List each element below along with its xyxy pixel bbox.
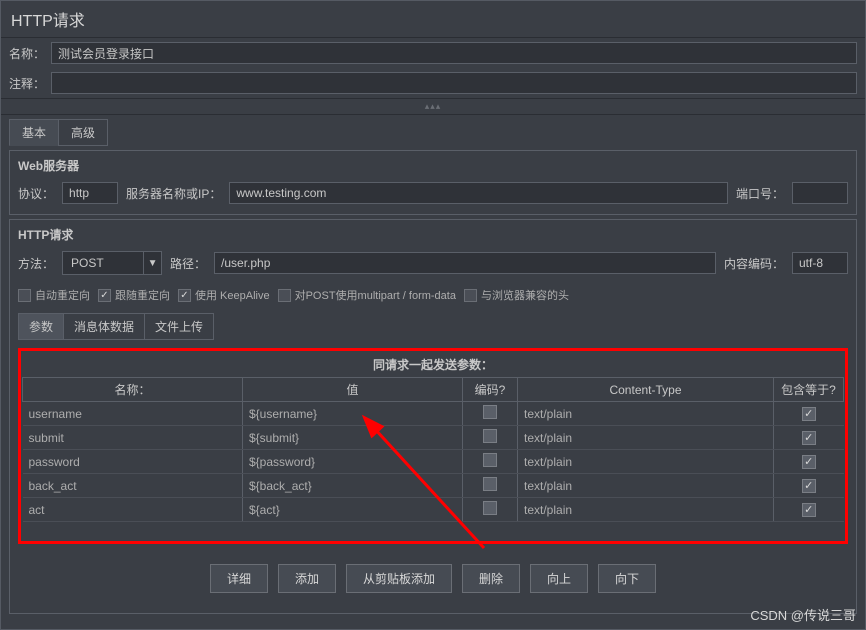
header-encode: 编码?: [463, 378, 518, 402]
header-include-equals: 包含等于?: [774, 378, 844, 402]
cell-content-type[interactable]: text/plain: [518, 474, 774, 498]
cell-name[interactable]: username: [23, 402, 243, 426]
cell-name[interactable]: back_act: [23, 474, 243, 498]
cell-content-type[interactable]: text/plain: [518, 426, 774, 450]
header-content-type: Content-Type: [518, 378, 774, 402]
checkbox-follow-redirect[interactable]: ✓跟随重定向: [98, 287, 170, 303]
cell-name[interactable]: act: [23, 498, 243, 522]
encoding-label: 内容编码：: [724, 255, 784, 272]
comment-input[interactable]: [51, 72, 857, 94]
name-label: 名称：: [9, 45, 45, 62]
delete-button[interactable]: 删除: [462, 564, 520, 593]
cell-encode[interactable]: [463, 498, 518, 522]
port-label: 端口号：: [736, 185, 784, 202]
table-row[interactable]: submit${submit} text/plain✓: [23, 426, 844, 450]
protocol-input[interactable]: [62, 182, 118, 204]
checkbox-auto-redirect[interactable]: 自动重定向: [18, 287, 90, 303]
params-title: 同请求一起发送参数：: [22, 352, 844, 377]
path-label: 路径：: [170, 255, 206, 272]
checkbox-keepalive[interactable]: ✓使用 KeepAlive: [178, 287, 270, 303]
method-select[interactable]: POST ▼: [62, 251, 162, 275]
tab-basic[interactable]: 基本: [9, 119, 59, 146]
checkbox-multipart[interactable]: 对POST使用multipart / form-data: [278, 287, 456, 303]
http-sampler-panel: HTTP请求 名称： 注释： ▴▴▴ 基本 高级 Web服务器 协议： 服务器名…: [0, 0, 866, 630]
encoding-input[interactable]: [792, 252, 848, 274]
cell-encode[interactable]: [463, 426, 518, 450]
cell-value[interactable]: ${submit}: [243, 426, 463, 450]
add-clipboard-button[interactable]: 从剪贴板添加: [346, 564, 452, 593]
method-label: 方法：: [18, 255, 54, 272]
divider-grip[interactable]: ▴▴▴: [1, 98, 865, 115]
server-input[interactable]: [229, 182, 728, 204]
table-row[interactable]: act${act} text/plain✓: [23, 498, 844, 522]
chevron-down-icon: ▼: [143, 252, 161, 274]
cell-encode[interactable]: [463, 450, 518, 474]
table-row[interactable]: username${username} text/plain✓: [23, 402, 844, 426]
sub-tabs: 参数 消息体数据 文件上传: [14, 313, 852, 340]
cell-include-equals[interactable]: ✓: [774, 474, 844, 498]
cell-include-equals[interactable]: ✓: [774, 498, 844, 522]
header-name: 名称：: [23, 378, 243, 402]
watermark: CSDN @传说三哥: [750, 605, 856, 624]
cell-value[interactable]: ${back_act}: [243, 474, 463, 498]
sub-tab-params[interactable]: 参数: [18, 313, 64, 340]
cell-content-type[interactable]: text/plain: [518, 450, 774, 474]
name-input[interactable]: [51, 42, 857, 64]
checkbox-browser-headers[interactable]: 与浏览器兼容的头: [464, 287, 569, 303]
up-button[interactable]: 向上: [530, 564, 588, 593]
cell-encode[interactable]: [463, 402, 518, 426]
params-header-row: 名称： 值 编码? Content-Type 包含等于?: [23, 378, 844, 402]
sub-tab-body[interactable]: 消息体数据: [63, 313, 145, 340]
cell-content-type[interactable]: text/plain: [518, 402, 774, 426]
cell-value[interactable]: ${password}: [243, 450, 463, 474]
http-request-title: HTTP请求: [14, 224, 852, 245]
add-button[interactable]: 添加: [278, 564, 336, 593]
cell-include-equals[interactable]: ✓: [774, 426, 844, 450]
path-input[interactable]: [214, 252, 716, 274]
cell-name[interactable]: password: [23, 450, 243, 474]
http-request-group: HTTP请求 方法： POST ▼ 路径： 内容编码： 自动重定向 ✓跟随重定向…: [9, 219, 857, 614]
comment-label: 注释：: [9, 75, 45, 92]
window-title: HTTP请求: [1, 1, 865, 38]
detail-button[interactable]: 详细: [210, 564, 268, 593]
tab-advanced[interactable]: 高级: [58, 119, 108, 146]
protocol-label: 协议：: [18, 185, 54, 202]
cell-include-equals[interactable]: ✓: [774, 450, 844, 474]
params-button-row: 详细 添加 从剪贴板添加 删除 向上 向下: [14, 552, 852, 605]
sub-tab-upload[interactable]: 文件上传: [144, 313, 214, 340]
params-highlight: 同请求一起发送参数： 名称： 值 编码? Content-Type 包含等于? …: [18, 348, 848, 544]
table-row[interactable]: password${password} text/plain✓: [23, 450, 844, 474]
table-row[interactable]: back_act${back_act} text/plain✓: [23, 474, 844, 498]
cell-value[interactable]: ${username}: [243, 402, 463, 426]
header-value: 值: [243, 378, 463, 402]
web-server-title: Web服务器: [14, 155, 852, 176]
cell-include-equals[interactable]: ✓: [774, 402, 844, 426]
main-tabs: 基本 高级: [1, 115, 865, 146]
method-value: POST: [63, 256, 143, 270]
cell-content-type[interactable]: text/plain: [518, 498, 774, 522]
web-server-group: Web服务器 协议： 服务器名称或IP： 端口号：: [9, 150, 857, 215]
cell-encode[interactable]: [463, 474, 518, 498]
cell-value[interactable]: ${act}: [243, 498, 463, 522]
port-input[interactable]: [792, 182, 848, 204]
down-button[interactable]: 向下: [598, 564, 656, 593]
server-label: 服务器名称或IP：: [126, 185, 221, 202]
cell-name[interactable]: submit: [23, 426, 243, 450]
params-table[interactable]: 名称： 值 编码? Content-Type 包含等于? username${u…: [22, 377, 844, 522]
